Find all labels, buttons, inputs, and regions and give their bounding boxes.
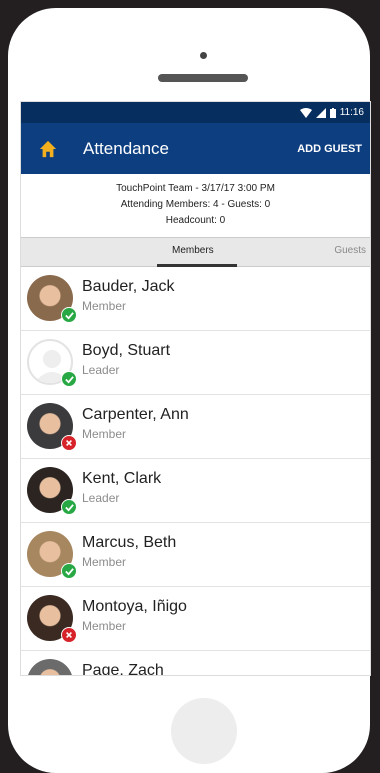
wifi-icon: [299, 107, 312, 118]
member-name: Page, Zach: [82, 662, 164, 676]
member-role: Leader: [82, 491, 120, 505]
member-name: Montoya, Iñigo: [82, 598, 187, 615]
check-icon: [61, 563, 77, 579]
app-bar: Attendance ADD GUEST: [21, 123, 370, 174]
member-name: Carpenter, Ann: [82, 406, 189, 423]
member-name: Boyd, Stuart: [82, 342, 171, 359]
member-role: Member: [82, 299, 127, 313]
status-bar: 11:16: [21, 102, 370, 123]
member-role: Member: [82, 619, 127, 633]
status-time: 11:16: [339, 107, 364, 118]
list-item[interactable]: Boyd, Stuart Leader: [21, 331, 370, 395]
earpiece-speaker: [158, 74, 248, 82]
attendance-counts: Attending Members: 4 - Guests: 0: [120, 199, 271, 210]
list-item[interactable]: Bauder, Jack Member: [21, 267, 370, 331]
meeting-info: TouchPoint Team - 3/17/17 3:00 PM Attend…: [21, 174, 370, 238]
list-item[interactable]: Kent, Clark Leader: [21, 459, 370, 523]
signal-icon: [315, 107, 326, 118]
check-icon: [61, 499, 77, 515]
member-name: Marcus, Beth: [82, 534, 177, 551]
member-name: Bauder, Jack: [82, 278, 175, 295]
front-camera: [200, 52, 207, 59]
member-name: Kent, Clark: [82, 470, 162, 487]
list-item[interactable]: Page, Zach: [21, 651, 370, 676]
list-item[interactable]: Carpenter, Ann Member: [21, 395, 370, 459]
member-role: Leader: [82, 363, 120, 377]
headcount: Headcount: 0: [165, 215, 226, 226]
page-title: Attendance: [83, 138, 170, 158]
check-icon: [61, 307, 77, 323]
tab-bar: Members Guests: [21, 238, 370, 267]
avatar: [27, 659, 73, 675]
add-guest-button[interactable]: ADD GUEST: [297, 143, 362, 155]
tab-guests[interactable]: Guests: [334, 245, 366, 256]
list-item[interactable]: Montoya, Iñigo Member: [21, 587, 370, 651]
x-icon: [61, 627, 77, 643]
list-item[interactable]: Marcus, Beth Member: [21, 523, 370, 587]
member-list: Bauder, Jack Member Boyd, Stuart Leader Carp…: [21, 267, 370, 676]
member-role: Member: [82, 555, 127, 569]
tab-members[interactable]: Members: [172, 245, 214, 256]
app-screen: 11:16 Attendance ADD GUEST TouchPoint Te…: [20, 101, 371, 676]
member-role: Member: [82, 427, 127, 441]
battery-icon: [329, 107, 336, 118]
home-icon[interactable]: [39, 140, 57, 158]
meeting-title: TouchPoint Team - 3/17/17 3:00 PM: [116, 183, 275, 194]
x-icon: [61, 435, 77, 451]
home-button[interactable]: [171, 698, 237, 764]
check-icon: [61, 371, 77, 387]
